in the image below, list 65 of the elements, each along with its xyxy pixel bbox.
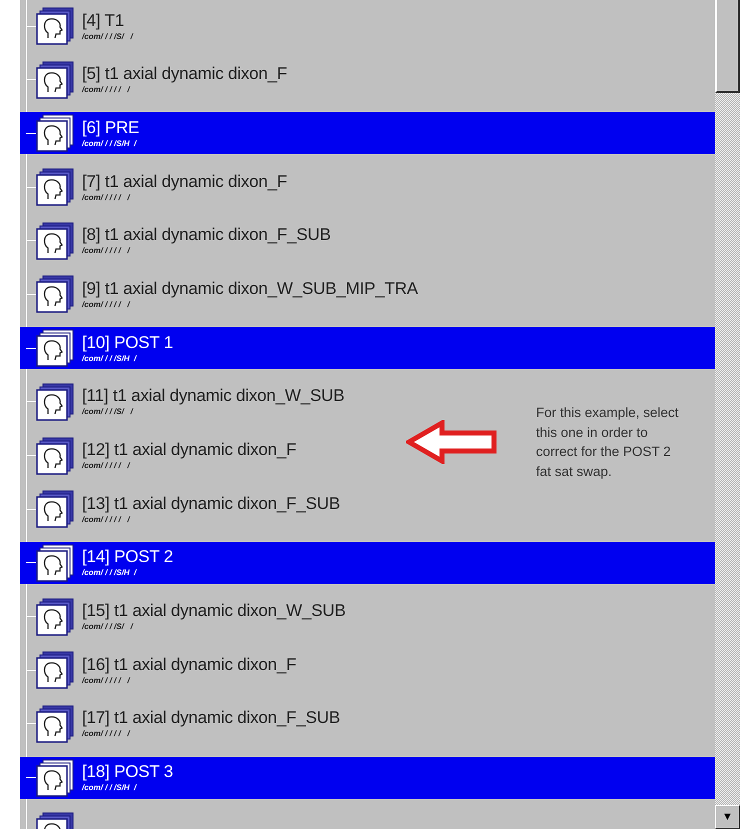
series-row[interactable]: [16] t1 axial dynamic dixon_F /com/ / / / / /	[20, 649, 300, 692]
series-path: /com/ / / / / /	[82, 300, 132, 309]
series-path: /com/ / / /S/H /	[82, 784, 138, 792]
series-row[interactable]: [17] t1 axial dynamic dixon_F_SUB /com/ / / / / /	[20, 702, 344, 745]
head-stack-icon	[36, 275, 74, 314]
series-path: /com/ / / / / /	[82, 194, 132, 202]
series-title: [8] t1 axial dynamic dixon_F_SUB	[82, 226, 331, 244]
series-row[interactable]: [9] t1 axial dynamic dixon_W_SUB_MIP_TRA /com/ / / / / /	[20, 273, 422, 316]
series-title: [6] PRE	[82, 118, 140, 136]
head-stack-icon	[36, 651, 74, 690]
series-row[interactable]: [12] t1 axial dynamic dixon_F /com/ / / / / /	[20, 434, 300, 476]
series-row[interactable]: [11] t1 axial dynamic dixon_W_SUB /com/ / / /S/ /	[20, 380, 348, 423]
arrow-icon	[406, 420, 498, 464]
scrollbar[interactable]: ▼	[715, 0, 740, 829]
head-stack-icon	[36, 329, 74, 368]
series-row[interactable]: [8] t1 axial dynamic dixon_F_SUB /com/ / / / / /	[20, 220, 335, 262]
series-path: /com/ / / / / /	[82, 462, 132, 470]
head-stack-icon	[36, 114, 74, 152]
series-title: [18] POST 3	[82, 763, 174, 780]
series-path: /com/ / / / / /	[82, 86, 132, 94]
annotation-text: For this example, select this one in order to correct for the POST 2 fat sat swap.	[536, 404, 680, 481]
series-row[interactable]: [10] POST 1 /com/ / / /S/H /	[20, 327, 715, 370]
series-path: /com/ / / / / /	[82, 676, 132, 685]
head-stack-icon	[36, 758, 74, 797]
series-title: [13] t1 axial dynamic dixon_F_SUB	[82, 494, 340, 512]
series-row[interactable]: [5] t1 axial dynamic dixon_F /com/ / / / / /	[20, 58, 292, 101]
series-path: /com/ / / / / /	[82, 516, 132, 524]
head-stack-icon	[36, 7, 74, 45]
head-stack-icon	[36, 598, 74, 636]
head-stack-icon	[36, 168, 74, 206]
series-title: [7] t1 axial dynamic dixon_F	[82, 172, 288, 190]
head-stack-icon	[36, 490, 74, 528]
series-path: /com/ / / /S/H /	[82, 569, 138, 578]
series-title: [11] t1 axial dynamic dixon_W_SUB	[82, 387, 344, 404]
series-title: [4] T1	[82, 12, 125, 28]
series-row[interactable]: [13] t1 axial dynamic dixon_F_SUB /com/ / / / / /	[20, 488, 344, 530]
series-row[interactable]: [7] t1 axial dynamic dixon_F /com/ / / / / /	[20, 166, 292, 208]
series-row[interactable]: [18] POST 3 /com/ / / /S/H /	[20, 756, 715, 799]
head-stack-icon	[36, 544, 74, 582]
series-row[interactable]: [4] T1 /com/ / / /S/ /	[20, 5, 137, 47]
series-title: [9] t1 axial dynamic dixon_W_SUB_MIP_TRA	[82, 280, 418, 297]
scroll-down-button[interactable]: ▼	[715, 805, 740, 829]
head-stack-icon	[36, 436, 74, 474]
series-row[interactable]: [15] t1 axial dynamic dixon_W_SUB /com/ / / /S/ /	[20, 596, 350, 638]
series-path: /com/ / / / / /	[82, 730, 132, 738]
series-row[interactable]: [14] POST 2 /com/ / / /S/H /	[20, 542, 715, 584]
head-stack-icon	[36, 60, 74, 99]
scroll-thumb[interactable]	[715, 0, 740, 93]
series-path: /com/ / / /S/ /	[82, 623, 134, 632]
series-title: [14] POST 2	[82, 548, 174, 566]
series-title: [12] t1 axial dynamic dixon_F	[82, 441, 296, 458]
series-path: /com/ / / / / /	[82, 247, 132, 256]
head-stack-icon	[36, 382, 74, 421]
head-stack-icon	[36, 222, 74, 260]
series-title: [10] POST 1	[82, 334, 174, 351]
head-stack-icon	[36, 704, 74, 743]
series-path: /com/ / / /S/H /	[82, 140, 138, 148]
series-row[interactable]: [6] PRE /com/ / / /S/H /	[20, 112, 715, 154]
series-path: /com/ / / /S/ /	[82, 408, 134, 416]
series-path: /com/ / / /S/ /	[82, 32, 133, 40]
series-title: [15] t1 axial dynamic dixon_W_SUB	[82, 602, 346, 620]
series-title: [5] t1 axial dynamic dixon_F	[82, 65, 288, 82]
series-title: [16] t1 axial dynamic dixon_F	[82, 656, 296, 673]
series-title: [17] t1 axial dynamic dixon_F_SUB	[82, 709, 340, 726]
series-path: /com/ / / /S/H /	[82, 354, 138, 363]
